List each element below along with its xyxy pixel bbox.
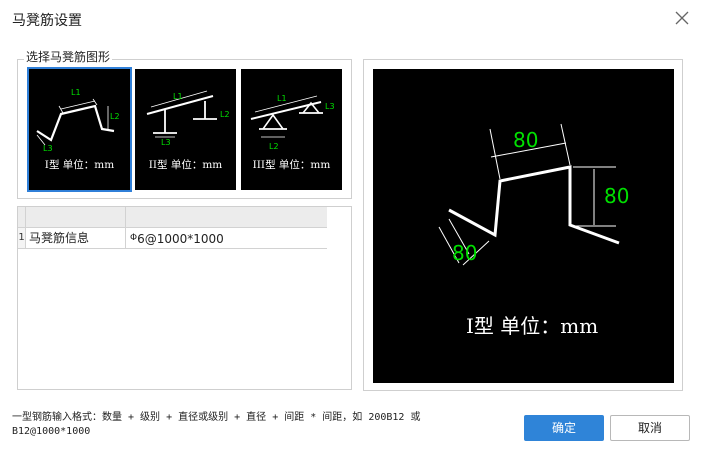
title-bar: 马凳筋设置: [0, 0, 702, 38]
type-2-label: II型 单位：mm: [148, 159, 223, 171]
type-3-dim-l3: L3: [325, 102, 335, 111]
type-1-dim-l2: L2: [110, 112, 120, 121]
preview-label: I型 单位：mm: [466, 314, 599, 338]
type-1-label: I型 单位：mm: [44, 159, 115, 171]
property-grid: 1 马凳筋信息 Φ6@1000*1000: [17, 206, 352, 390]
type-2-dim-l1: L1: [173, 92, 183, 101]
preview-dim-top: 80: [513, 128, 538, 152]
row-value: 6@1000*1000: [137, 232, 224, 246]
table-row[interactable]: 1 马凳筋信息 Φ6@1000*1000: [18, 228, 327, 249]
type-2-dim-l3: L3: [161, 138, 171, 147]
window-title: 马凳筋设置: [12, 13, 82, 29]
cancel-button[interactable]: 取消: [610, 415, 690, 441]
type-3-dim-l1: L1: [277, 94, 287, 103]
ok-button[interactable]: 确定: [524, 415, 604, 441]
type-1-dim-l1: L1: [71, 88, 81, 97]
grid-header-name: [26, 207, 126, 228]
type-3-label: III型 单位：mm: [252, 159, 331, 171]
type-2-dim-l2: L2: [220, 110, 230, 119]
shape-option-type-1[interactable]: L1 L2 L3 I型 单位：mm: [27, 67, 132, 192]
input-format-hint: 一型钢筋输入格式：数量 + 级别 + 直径或级别 + 直径 + 间距 * 间距，…: [12, 412, 421, 437]
grid-header-corner: [18, 207, 26, 228]
shape-option-type-3[interactable]: L1 L3 L2 III型 单位：mm: [241, 69, 342, 190]
shape-option-type-2[interactable]: L1 L2 L3 II型 单位：mm: [135, 69, 236, 190]
shape-group-legend: 选择马凳筋图形: [24, 50, 113, 64]
row-name: 马凳筋信息: [26, 228, 126, 248]
row-number: 1: [18, 228, 26, 248]
preview-dim-left: 80: [452, 241, 477, 265]
preview-canvas: 80 80 80 I型 单位：mm: [373, 69, 674, 383]
type-3-dim-l2: L2: [269, 142, 279, 151]
grid-header: [18, 207, 327, 228]
type-1-dim-l3: L3: [43, 144, 53, 153]
preview-dim-right: 80: [604, 184, 629, 208]
close-icon[interactable]: [672, 8, 692, 28]
row-value-cell[interactable]: Φ6@1000*1000: [126, 228, 326, 248]
